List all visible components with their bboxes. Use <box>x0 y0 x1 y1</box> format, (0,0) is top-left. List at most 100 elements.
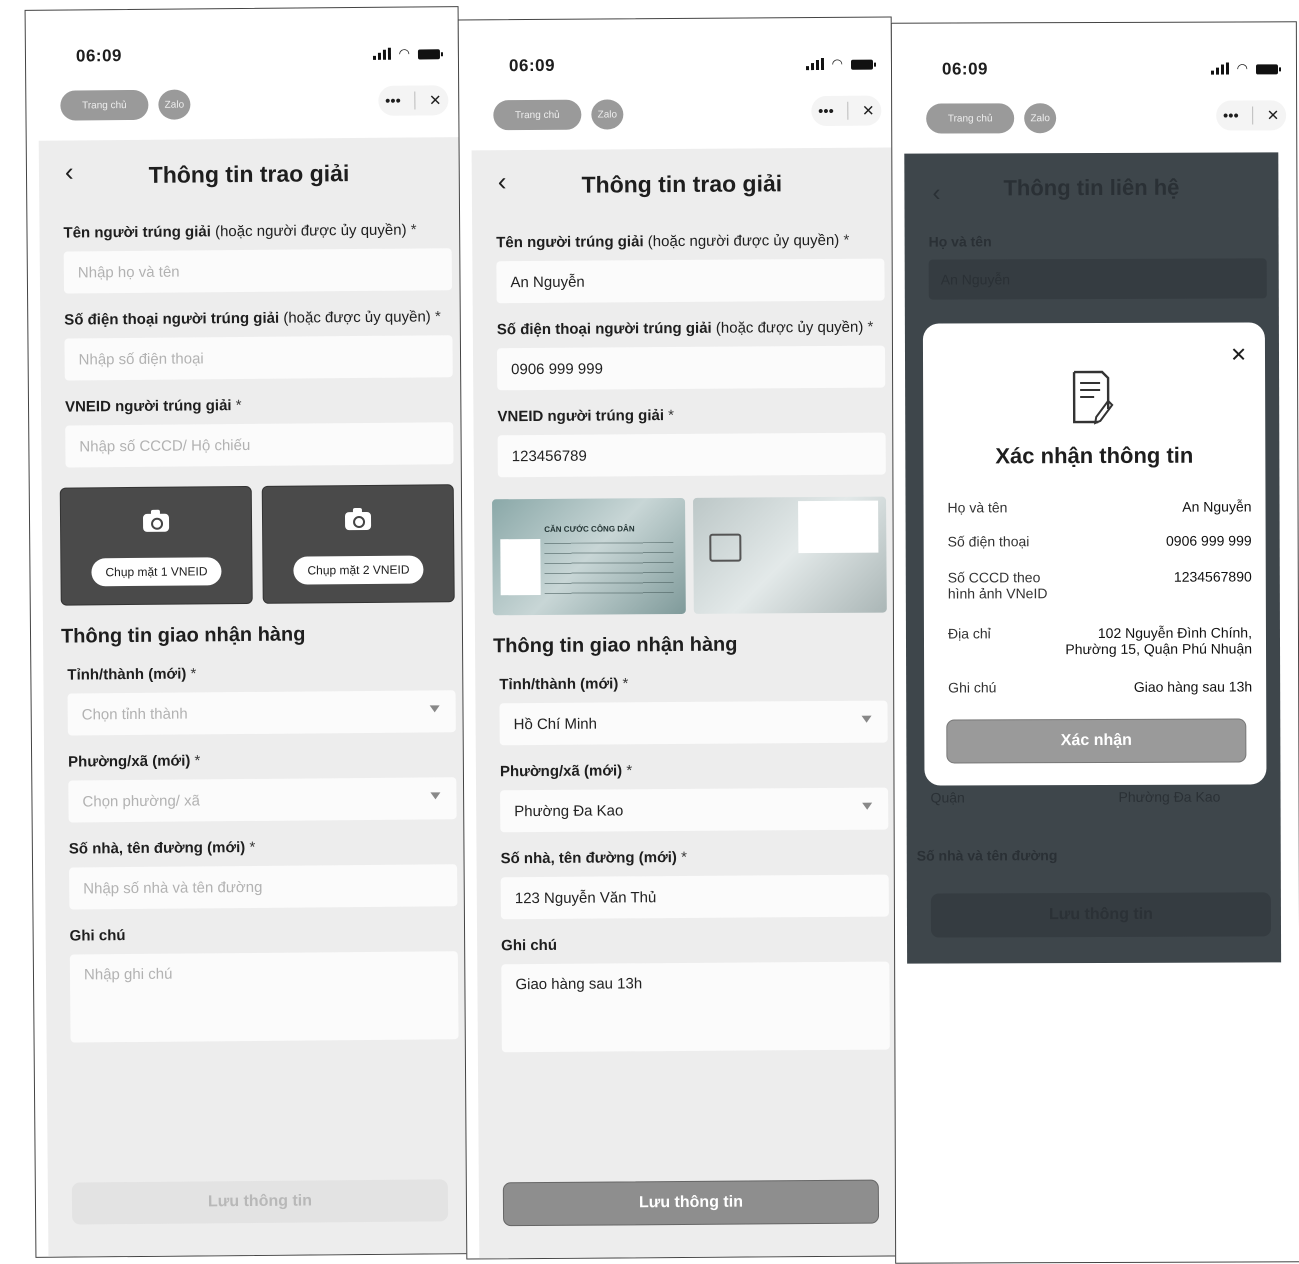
save-button[interactable]: Lưu thông tin <box>72 1179 448 1224</box>
modal-close-icon[interactable]: ✕ <box>1230 342 1247 367</box>
page-title: Thông tin trao giải <box>472 170 892 200</box>
save-button[interactable]: Lưu thông tin <box>503 1180 879 1227</box>
home-pill[interactable]: Trang chủ <box>60 90 148 121</box>
chevron-down-icon <box>430 792 440 799</box>
phone-input[interactable]: Nhập số điện thoại <box>64 335 452 380</box>
capture-front-button[interactable]: Chụp mặt 1 VNEID <box>91 557 221 586</box>
screen-empty-form: 06:09 ◠ Trang chủ Zalo ••• ✕ ‹ Thông tin… <box>25 6 470 1258</box>
chevron-down-icon <box>862 803 872 810</box>
street-input[interactable]: Nhập số nhà và tên đường <box>69 864 457 909</box>
street-label: Số nhà và tên đường <box>917 847 1058 863</box>
contact-name-field: An Nguyễn <box>929 258 1267 299</box>
prize-form-page: ‹ Thông tin trao giải Tên người trúng gi… <box>472 148 900 1259</box>
ward-label: Phường/xã (mới) * <box>500 760 896 780</box>
mini-app-capsule: ••• ✕ <box>1216 100 1286 130</box>
street-label: Số nhà, tên đường (mới) * <box>500 847 896 867</box>
confirm-modal: ✕ Xác nhận thông tin Họ và tênAn Nguyễn … <box>923 322 1267 785</box>
phone-label: Số điện thoại người trúng giải (hoặc đượ… <box>497 318 893 338</box>
id-card-front-photo[interactable]: CĂN CƯỚC CÔNG DÂN <box>492 498 686 615</box>
confirm-button[interactable]: Xác nhận <box>946 718 1246 763</box>
contact-title: Thông tin liên hệ <box>904 174 1278 201</box>
camera-icon <box>143 514 169 532</box>
province-label: Tỉnh/thành (mới) * <box>499 673 895 693</box>
battery-icon <box>1256 64 1278 74</box>
district-select: Quận <box>931 789 965 805</box>
more-icon[interactable]: ••• <box>1223 107 1239 124</box>
chip-icon <box>709 534 741 562</box>
status-bar: 06:09 ◠ <box>892 22 1296 93</box>
close-icon[interactable]: ✕ <box>862 102 875 120</box>
street-input[interactable]: 123 Nguyễn Văn Thủ <box>501 875 889 920</box>
screen-confirm-modal: 06:09 ◠ Trang chủ Zalo ••• ✕ ‹ Thông tin… <box>891 21 1299 1263</box>
status-time: 06:09 <box>76 46 122 66</box>
delivery-section-title: Thông tin giao nhận hàng <box>493 632 895 658</box>
camera-icon <box>345 512 371 530</box>
confirm-row-name: Họ và tênAn Nguyễn <box>948 498 1252 515</box>
ward-select[interactable]: Chọn phường/ xã <box>68 777 456 822</box>
modal-title: Xác nhận thông tin <box>923 442 1265 469</box>
contact-save-button: Lưu thông tin <box>931 892 1271 937</box>
confirm-row-phone: Số điện thoại0906 999 999 <box>948 532 1252 549</box>
confirm-row-address: Địa chỉ102 Nguyễn Đình Chính, Phường 15,… <box>948 624 1252 657</box>
ward-label: Phường/xã (mới) * <box>68 750 464 770</box>
zalo-pill[interactable]: Zalo <box>591 99 623 129</box>
status-bar: 06:09 ◠ <box>26 7 459 81</box>
contact-name-label: Họ và tên <box>929 233 992 249</box>
more-icon[interactable]: ••• <box>385 92 401 109</box>
province-label: Tỉnh/thành (mới) * <box>67 663 463 683</box>
ward-select: Phường Đa Kao <box>1119 789 1221 805</box>
capture-back-button[interactable]: Chụp mặt 2 VNEID <box>293 555 423 584</box>
vneid-label: VNEID người trúng giải * <box>65 395 461 415</box>
phone-input[interactable]: 0906 999 999 <box>497 346 885 391</box>
wifi-icon: ◠ <box>832 58 843 70</box>
wifi-icon: ◠ <box>1237 62 1248 74</box>
capture-back-card[interactable]: Chụp mặt 2 VNEID <box>262 484 455 604</box>
mini-app-topbar: Trang chủ Zalo ••• ✕ <box>26 87 458 135</box>
status-bar: 06:09 ◠ <box>459 18 891 91</box>
id-card-title: CĂN CƯỚC CÔNG DÂN <box>544 524 634 534</box>
more-icon[interactable]: ••• <box>818 102 834 119</box>
signal-icon <box>373 48 391 60</box>
zalo-pill[interactable]: Zalo <box>158 89 190 119</box>
chevron-down-icon <box>862 716 872 723</box>
winner-name-input[interactable]: An Nguyễn <box>496 259 884 304</box>
close-icon[interactable]: ✕ <box>1267 106 1280 124</box>
winner-name-label: Tên người trúng giải (hoặc người được ủy… <box>63 221 459 241</box>
mini-app-capsule: ••• ✕ <box>811 96 881 126</box>
confirm-row-cccd: Số CCCD theo hình ảnh VNeID1234567890 <box>948 568 1252 601</box>
screen-filled-form: 06:09 ◠ Trang chủ Zalo ••• ✕ ‹ Thông tin… <box>458 17 901 1260</box>
zalo-pill[interactable]: Zalo <box>1024 103 1056 133</box>
note-label: Ghi chú <box>501 934 897 954</box>
status-time: 06:09 <box>942 59 988 79</box>
capture-front-card[interactable]: Chụp mặt 1 VNEID <box>60 486 253 606</box>
signal-icon <box>1211 63 1229 75</box>
note-textarea[interactable]: Giao hàng sau 13h <box>501 962 890 1053</box>
signal-icon <box>806 58 824 70</box>
chevron-down-icon <box>430 705 440 712</box>
mini-app-capsule: ••• ✕ <box>378 85 448 116</box>
status-time: 06:09 <box>509 56 555 76</box>
phone-label: Số điện thoại người trúng giải (hoặc đượ… <box>64 308 460 328</box>
id-card-back-photo[interactable] <box>693 497 887 614</box>
page-title: Thông tin trao giải <box>39 159 459 190</box>
home-pill[interactable]: Trang chủ <box>926 103 1014 133</box>
note-textarea[interactable]: Nhập ghi chú <box>70 951 459 1042</box>
vneid-label: VNEID người trúng giải * <box>497 405 893 425</box>
delivery-section-title: Thông tin giao nhận hàng <box>61 622 463 649</box>
winner-name-label: Tên người trúng giải (hoặc người được ủy… <box>496 232 892 252</box>
vneid-input[interactable]: Nhập số CCCD/ Hộ chiếu <box>65 422 453 467</box>
province-select[interactable]: Hồ Chí Minh <box>499 701 887 746</box>
vneid-input[interactable]: 123456789 <box>498 433 886 478</box>
province-select[interactable]: Chọn tỉnh thành <box>68 690 456 735</box>
mini-app-topbar: Trang chủ Zalo ••• ✕ <box>459 98 891 145</box>
battery-icon <box>418 49 440 59</box>
battery-icon <box>851 60 873 70</box>
note-label: Ghi chú <box>70 924 466 944</box>
home-pill[interactable]: Trang chủ <box>493 100 581 131</box>
ward-select[interactable]: Phường Đa Kao <box>500 788 888 833</box>
prize-form-page: ‹ Thông tin trao giải Tên người trúng gi… <box>39 137 469 1257</box>
winner-name-input[interactable]: Nhập họ và tên <box>64 248 452 293</box>
close-icon[interactable]: ✕ <box>429 91 442 109</box>
confirm-row-note: Ghi chúGiao hàng sau 13h <box>948 678 1252 695</box>
document-edit-icon <box>1070 369 1114 425</box>
